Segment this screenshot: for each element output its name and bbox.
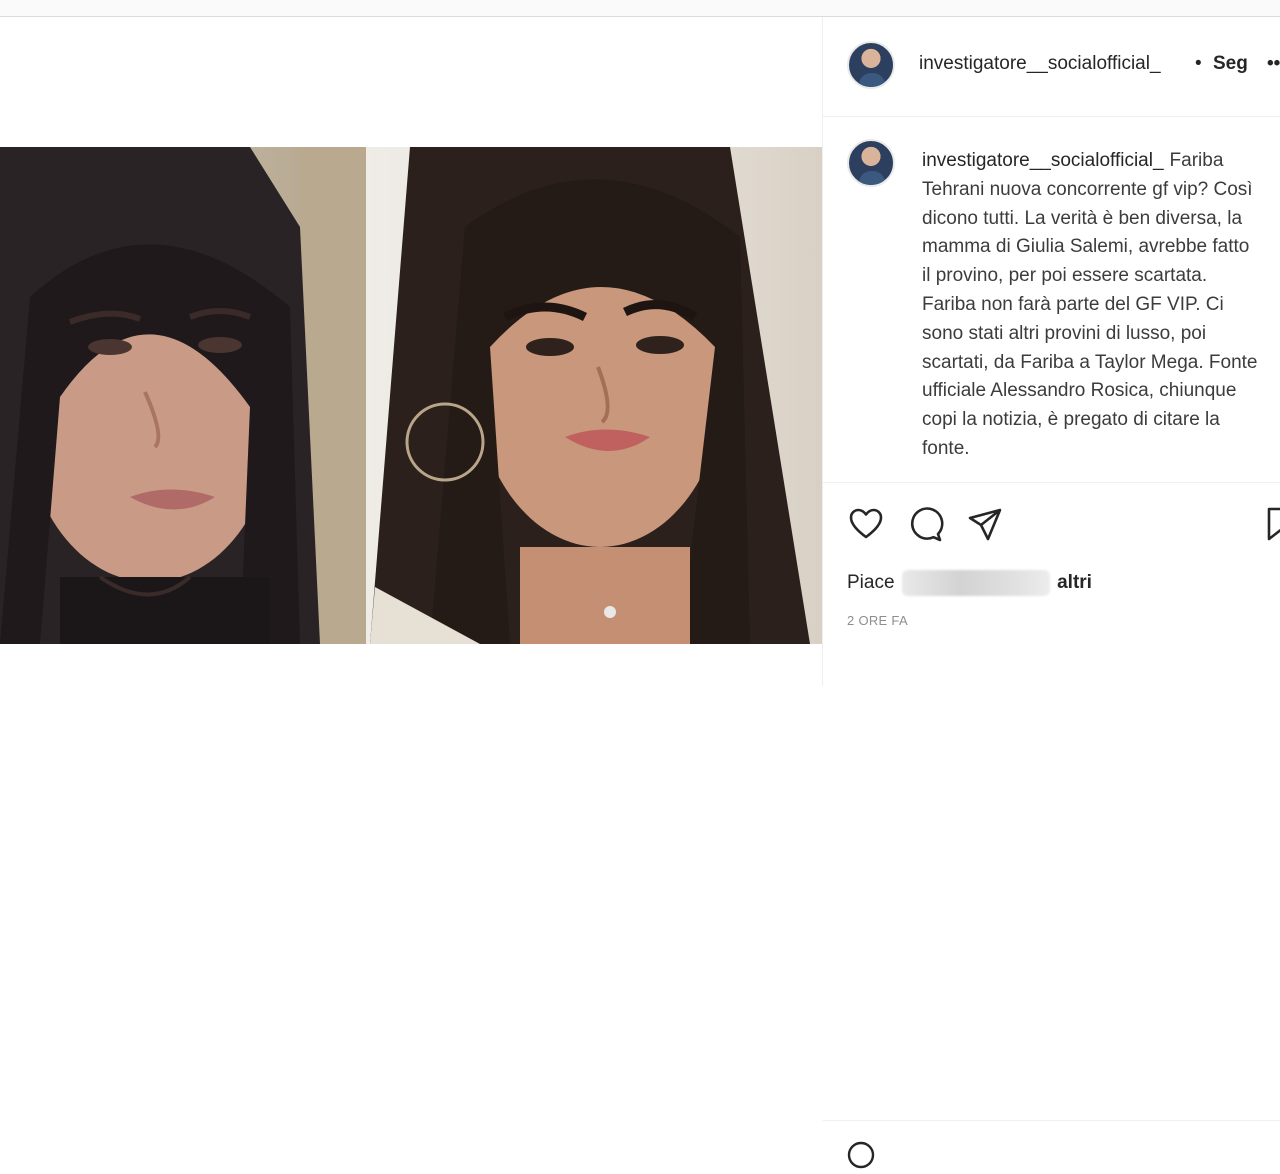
image-left-panel xyxy=(0,147,366,644)
likes-prefix: Piace xyxy=(847,572,895,594)
post-actions: Piace altri 2 ORE FA xyxy=(823,482,1280,1169)
likes-others[interactable]: altri xyxy=(1057,572,1092,593)
caption-username[interactable]: investigatore__socialofficial_ xyxy=(922,150,1164,171)
likes-summary[interactable]: Piace altri xyxy=(847,570,1092,596)
image-right-panel xyxy=(370,147,822,644)
follow-button[interactable]: Segui xyxy=(1213,53,1247,75)
add-comment-area xyxy=(823,1120,1280,1169)
comment-icon[interactable] xyxy=(906,505,944,543)
left-portrait-illustration xyxy=(0,147,366,644)
caption-text: investigatore__socialofficial_ Fariba Teh… xyxy=(922,147,1262,464)
caption-body: Fariba Tehrani nuova concorrente gf vip?… xyxy=(922,150,1258,459)
author-avatar[interactable] xyxy=(847,41,895,89)
emoji-icon[interactable] xyxy=(847,1141,875,1169)
author-username[interactable]: investigatore__socialofficial_ xyxy=(919,53,1161,75)
header-separator: • xyxy=(1195,53,1202,74)
right-portrait-illustration xyxy=(370,147,810,644)
caption-section: investigatore__socialofficial_ Fariba Teh… xyxy=(823,117,1280,480)
post-header: investigatore__socialofficial_ • Segui •… xyxy=(823,17,1280,117)
post-sidebar: investigatore__socialofficial_ • Segui •… xyxy=(822,17,1280,1169)
post-media-area xyxy=(0,17,822,686)
browser-top-strip xyxy=(0,0,1280,17)
post-timestamp[interactable]: 2 ORE FA xyxy=(847,613,908,628)
paper-plane-icon[interactable] xyxy=(966,505,1004,543)
bookmark-icon[interactable] xyxy=(1263,505,1280,543)
post-image[interactable] xyxy=(0,147,822,644)
heart-icon[interactable] xyxy=(847,505,885,543)
caption-avatar[interactable] xyxy=(847,139,895,187)
blurred-username xyxy=(901,570,1050,596)
more-options-button[interactable]: ••• xyxy=(1267,53,1280,75)
